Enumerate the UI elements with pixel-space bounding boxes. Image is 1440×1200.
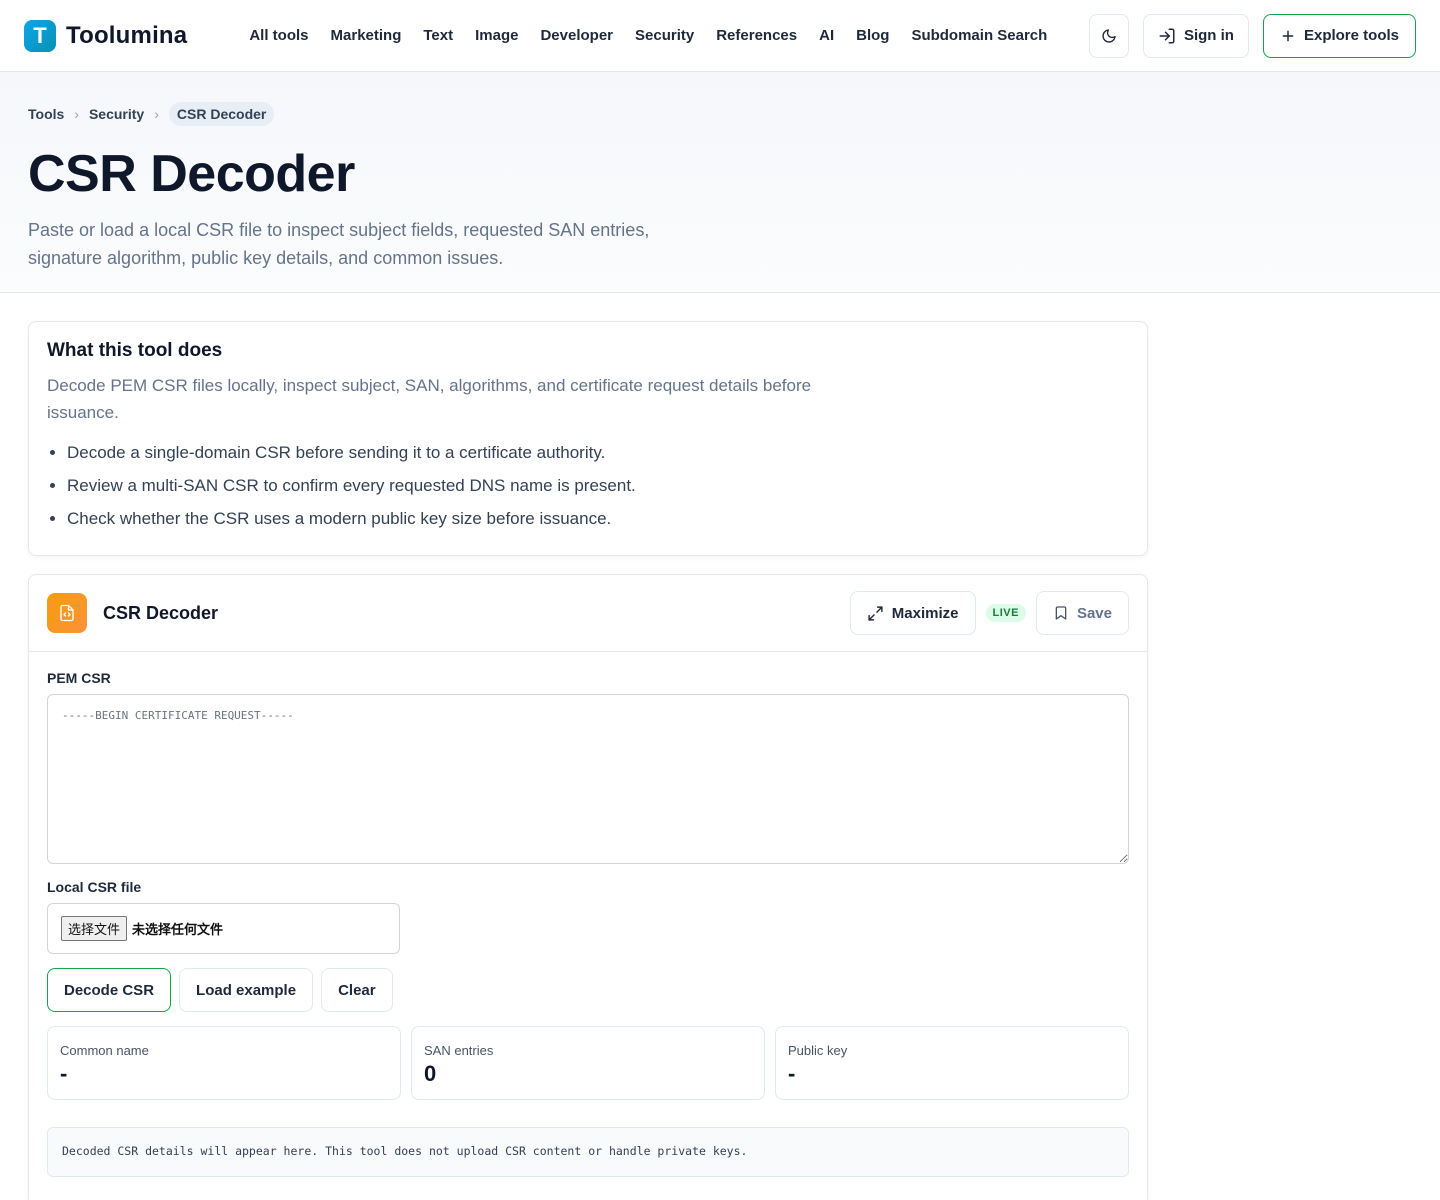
live-badge: LIVE (985, 604, 1026, 622)
stat-value: 0 (424, 1061, 437, 1086)
list-item: Review a multi-SAN CSR to confirm every … (67, 469, 1129, 502)
theme-toggle-button[interactable] (1088, 13, 1129, 58)
csr-decoder-tool-card: CSR Decoder Maximize LIVE Save PEM CSR L… (28, 574, 1148, 1200)
sign-in-button[interactable]: Sign in (1142, 13, 1249, 58)
explore-tools-button[interactable]: Explore tools (1262, 13, 1416, 58)
plus-icon (1280, 28, 1296, 44)
file-code-icon (47, 593, 87, 633)
maximize-icon (867, 605, 884, 622)
nav-link-marketing[interactable]: Marketing (331, 27, 402, 44)
pem-csr-label: PEM CSR (47, 670, 111, 686)
stat-san-entries: SAN entries 0 (411, 1026, 765, 1100)
nav-link-text[interactable]: Text (423, 27, 453, 44)
main-content: What this tool does Decode PEM CSR files… (0, 293, 1440, 1200)
page-description: Paste or load a local CSR file to inspec… (28, 220, 650, 268)
stat-value: - (788, 1061, 796, 1086)
nav-link-all-tools[interactable]: All tools (249, 27, 308, 44)
stat-value: - (60, 1061, 68, 1086)
what-summary: Decode PEM CSR files locally, inspect su… (47, 376, 812, 422)
nav-link-blog[interactable]: Blog (856, 27, 889, 44)
summary-stats: Common name - SAN entries 0 Public key - (47, 1026, 1129, 1100)
stat-label: SAN entries (424, 1043, 494, 1058)
tool-body: PEM CSR Local CSR file 选择文件 未选择任何文件 Deco… (29, 652, 1147, 1200)
page-title: CSR Decoder (28, 145, 355, 203)
explore-tools-label: Explore tools (1303, 27, 1399, 44)
what-heading: What this tool does (47, 340, 223, 361)
nav-link-image[interactable]: Image (475, 27, 518, 44)
breadcrumb-tools[interactable]: Tools (28, 106, 64, 122)
decode-csr-button[interactable]: Decode CSR (47, 968, 172, 1012)
breadcrumb: Tools › Security › CSR Decoder (28, 102, 1412, 126)
tool-header: CSR Decoder Maximize LIVE Save (29, 575, 1147, 652)
breadcrumb-current: CSR Decoder (168, 102, 275, 126)
brand-name: Toolumina (66, 21, 188, 49)
file-status-text: 未选择任何文件 (132, 923, 224, 938)
maximize-button[interactable]: Maximize (849, 591, 976, 635)
sign-in-icon (1158, 27, 1176, 45)
moon-icon (1101, 28, 1117, 44)
local-csr-file-label: Local CSR file (47, 879, 142, 895)
csr-file-input[interactable]: 选择文件 未选择任何文件 (47, 903, 400, 954)
list-item: Check whether the CSR uses a modern publ… (67, 502, 1129, 535)
chevron-right-icon: › (74, 106, 79, 122)
main-nav: All tools Marketing Text Image Developer… (249, 27, 1089, 44)
pem-csr-input[interactable] (47, 694, 1129, 864)
save-button[interactable]: Save (1035, 591, 1129, 635)
stat-label: Public key (788, 1043, 848, 1058)
action-buttons: Decode CSR Load example Clear (47, 968, 1129, 1012)
header-actions: Sign in Explore tools (1088, 13, 1416, 58)
nav-link-references[interactable]: References (716, 27, 797, 44)
sign-in-label: Sign in (1183, 27, 1234, 44)
top-nav-bar: T Toolumina All tools Marketing Text Ima… (0, 0, 1440, 72)
page-hero: Tools › Security › CSR Decoder CSR Decod… (0, 72, 1440, 293)
nav-link-security[interactable]: Security (635, 27, 694, 44)
save-label: Save (1076, 604, 1112, 622)
chevron-right-icon: › (154, 106, 159, 122)
use-case-list: Decode a single-domain CSR before sendin… (47, 436, 1129, 535)
bookmark-icon (1053, 605, 1069, 621)
what-this-tool-does-card: What this tool does Decode PEM CSR files… (28, 321, 1148, 556)
nav-link-developer[interactable]: Developer (540, 27, 613, 44)
stat-common-name: Common name - (47, 1026, 401, 1100)
logo-icon: T (24, 19, 56, 52)
choose-file-button[interactable]: 选择文件 (61, 916, 128, 941)
list-item: Decode a single-domain CSR before sendin… (67, 436, 1129, 469)
nav-link-subdomain-search[interactable]: Subdomain Search (911, 27, 1047, 44)
maximize-label: Maximize (891, 604, 959, 622)
load-example-button[interactable]: Load example (179, 968, 314, 1012)
stat-label: Common name (60, 1043, 149, 1058)
breadcrumb-security[interactable]: Security (89, 106, 144, 122)
brand[interactable]: T Toolumina (24, 19, 188, 52)
nav-link-ai[interactable]: AI (819, 27, 834, 44)
tool-title: CSR Decoder (103, 602, 219, 623)
clear-button[interactable]: Clear (321, 968, 393, 1012)
decoded-output-panel: Decoded CSR details will appear here. Th… (47, 1127, 1129, 1177)
stat-public-key: Public key - (775, 1026, 1129, 1100)
